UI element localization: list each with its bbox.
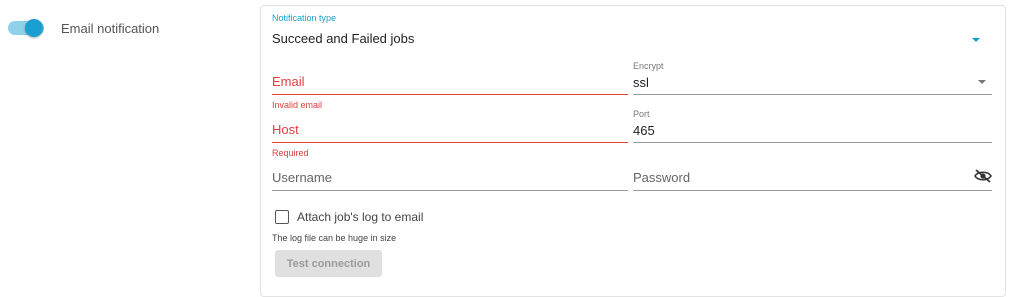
email-placeholder: Email — [272, 74, 305, 89]
attach-log-hint: The log file can be huge in size — [272, 233, 397, 243]
email-error-text: Invalid email — [272, 100, 323, 110]
email-field[interactable]: Email — [272, 66, 628, 95]
port-underline — [633, 142, 992, 143]
username-underline — [272, 190, 628, 191]
notification-type-value: Succeed and Failed jobs — [272, 31, 415, 46]
host-underline — [272, 142, 628, 143]
host-placeholder: Host — [272, 122, 299, 137]
test-connection-button[interactable]: Test connection — [275, 250, 382, 277]
attach-log-label[interactable]: Attach job's log to email — [297, 210, 423, 224]
port-value: 465 — [633, 123, 655, 138]
email-notification-toggle-row: Email notification — [8, 18, 159, 38]
port-label: Port — [633, 109, 650, 119]
port-field[interactable]: Port 465 — [633, 108, 992, 143]
encrypt-underline — [633, 94, 992, 95]
encrypt-label: Encrypt — [633, 61, 664, 71]
host-error-text: Required — [272, 148, 309, 158]
email-settings-panel: Notification type Succeed and Failed job… — [260, 5, 1006, 297]
toggle-thumb — [25, 19, 43, 37]
notification-type-select[interactable]: Notification type Succeed and Failed job… — [272, 11, 992, 51]
email-underline — [272, 94, 628, 95]
username-placeholder: Username — [272, 170, 332, 185]
password-underline — [633, 190, 992, 191]
password-placeholder: Password — [633, 170, 691, 185]
host-field[interactable]: Host — [272, 114, 628, 143]
email-notification-toggle[interactable] — [8, 18, 44, 38]
password-field[interactable]: Password — [633, 163, 992, 191]
chevron-down-icon — [978, 80, 986, 84]
encrypt-select[interactable]: Encrypt ssl — [633, 60, 992, 95]
attach-log-checkbox[interactable] — [275, 210, 289, 224]
encrypt-value: ssl — [633, 75, 649, 90]
email-notification-label: Email notification — [61, 20, 160, 36]
eye-off-icon[interactable] — [974, 168, 992, 184]
chevron-down-icon — [972, 38, 980, 42]
username-field[interactable]: Username — [272, 163, 628, 191]
notification-type-label: Notification type — [272, 13, 337, 23]
